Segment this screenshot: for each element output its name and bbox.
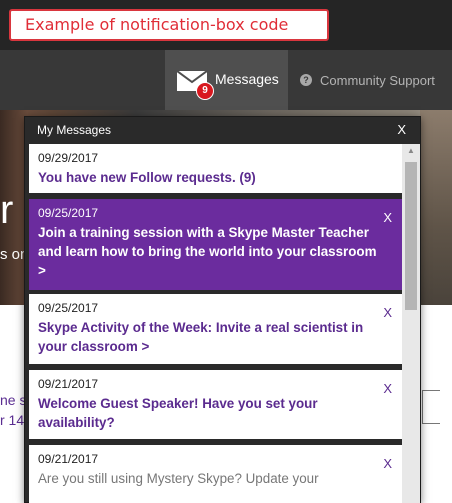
message-item[interactable]: 09/21/2017 Are you still using Mystery S…: [29, 445, 402, 503]
message-text[interactable]: Are you still using Mystery Skype? Updat…: [38, 469, 378, 488]
message-text[interactable]: Join a training session with a Skype Mas…: [38, 223, 378, 280]
community-support-label: Community Support: [320, 73, 435, 88]
message-count-badge: 9: [196, 82, 214, 100]
dismiss-message-button[interactable]: X: [383, 456, 392, 471]
messages-panel: My Messages X 09/29/2017 You have new Fo…: [24, 116, 421, 503]
close-panel-button[interactable]: X: [397, 122, 406, 137]
dismiss-message-button[interactable]: X: [383, 381, 392, 396]
hero-heading-fragment: r: [0, 188, 14, 232]
page-button-fragment[interactable]: [422, 390, 440, 424]
scroll-up-arrow-icon[interactable]: ▲: [402, 144, 420, 158]
message-date: 09/21/2017: [38, 377, 99, 391]
page-text-fragment: ne s: [0, 392, 27, 408]
page-text-fragment: r 14: [0, 412, 25, 428]
message-list: 09/29/2017 You have new Follow requests.…: [25, 144, 402, 503]
messages-label: Messages: [215, 71, 279, 87]
message-date: 09/25/2017: [38, 206, 99, 220]
message-date: 09/21/2017: [38, 452, 99, 466]
scroll-thumb[interactable]: [405, 162, 417, 310]
nav-community-support[interactable]: ? Community Support: [300, 50, 452, 110]
message-date: 09/29/2017: [38, 151, 99, 165]
panel-header: My Messages X: [25, 117, 420, 143]
message-item[interactable]: 09/29/2017 You have new Follow requests.…: [29, 144, 402, 196]
example-callout: Example of notification-box code: [9, 9, 329, 41]
message-text[interactable]: You have new Follow requests. (9): [38, 168, 378, 187]
navbar: 9 Messages ? Community Support: [0, 50, 452, 110]
message-scrollbar[interactable]: ▲: [402, 144, 420, 503]
message-item[interactable]: 09/21/2017 Welcome Guest Speaker! Have y…: [29, 370, 402, 442]
dismiss-message-button[interactable]: X: [383, 210, 392, 225]
message-text[interactable]: Skype Activity of the Week: Invite a rea…: [38, 318, 378, 356]
message-item[interactable]: 09/25/2017 Skype Activity of the Week: I…: [29, 294, 402, 367]
hero-photo-edge: [420, 110, 452, 305]
panel-title: My Messages: [37, 123, 112, 137]
message-date: 09/25/2017: [38, 301, 99, 315]
help-icon: ?: [300, 74, 312, 86]
nav-messages[interactable]: 9 Messages: [165, 50, 288, 110]
dismiss-message-button[interactable]: X: [383, 305, 392, 320]
message-text[interactable]: Welcome Guest Speaker! Have you set your…: [38, 394, 378, 432]
message-item-selected[interactable]: 09/25/2017 Join a training session with …: [29, 199, 402, 293]
